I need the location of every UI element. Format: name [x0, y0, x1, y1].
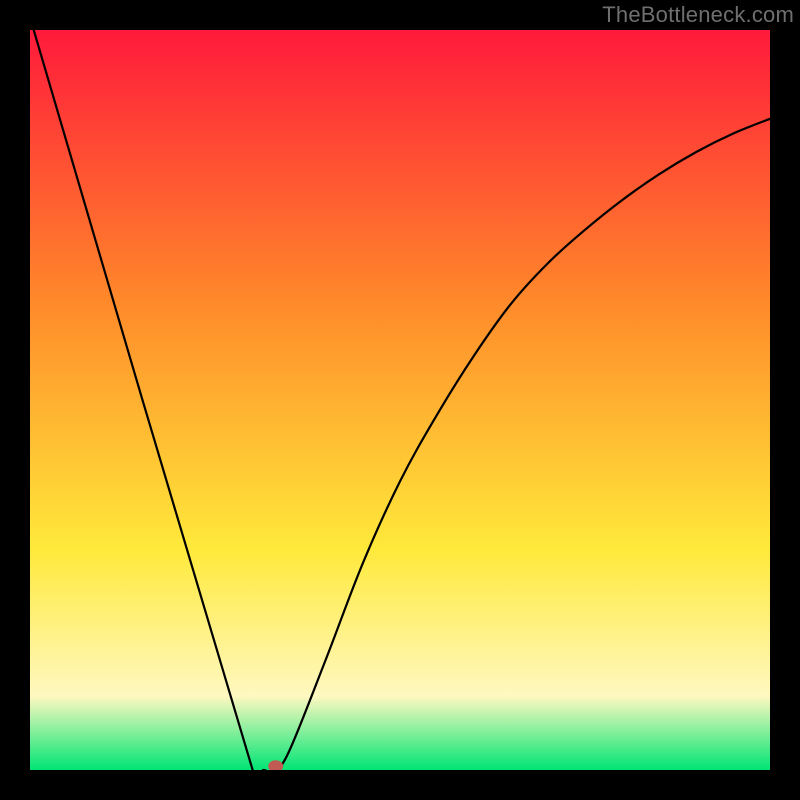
- gradient-background: [30, 30, 770, 770]
- minimum-marker: [269, 761, 283, 770]
- watermark-text: TheBottleneck.com: [602, 2, 794, 28]
- plot-area: [30, 30, 770, 770]
- chart-svg: [30, 30, 770, 770]
- chart-frame: TheBottleneck.com: [0, 0, 800, 800]
